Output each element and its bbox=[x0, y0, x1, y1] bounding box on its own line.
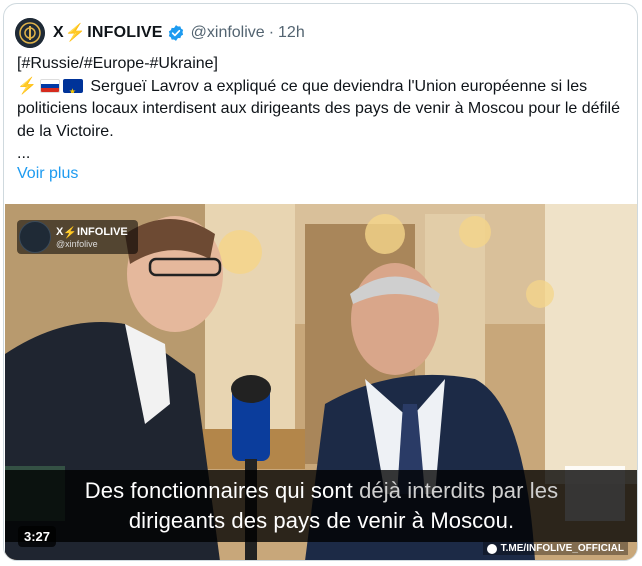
watermark-handle: @xinfolive bbox=[56, 238, 98, 249]
author-name-suffix: INFOLIVE bbox=[87, 24, 163, 41]
watermark-name: X ⚡ INFOLIVE bbox=[56, 226, 128, 239]
russia-flag-icon bbox=[39, 78, 60, 93]
show-more-link[interactable]: Voir plus bbox=[17, 165, 78, 183]
ellipsis: ... bbox=[17, 145, 31, 162]
subtitle-line-2: dirigeants des pays de venir à Moscou. bbox=[128, 508, 515, 533]
tweet-header: X ⚡ INFOLIVE @xinfolive · 12h bbox=[15, 17, 305, 49]
tweet-body-paragraph: ⚡ Sergueï Lavrov a expliqué ce que devie… bbox=[17, 76, 629, 144]
verified-badge-icon bbox=[168, 25, 183, 41]
watermark-name-suffix: INFOLIVE bbox=[77, 226, 128, 238]
tags-line: [#Russie/#Europe-#Ukraine] bbox=[17, 55, 218, 72]
lightning-icon: ⚡ bbox=[17, 77, 37, 95]
source-tag-text: T.ME/INFOLIVE_OFFICIAL bbox=[500, 543, 624, 554]
lightning-icon: ⚡ bbox=[64, 23, 87, 42]
video-player[interactable]: X ⚡ INFOLIVE @xinfolive Des fonctionnaires… bbox=[5, 204, 637, 560]
author-name[interactable]: X ⚡ INFOLIVE bbox=[53, 23, 185, 43]
watermark-avatar bbox=[19, 221, 51, 253]
tweet-body: Sergueï Lavrov a expliqué ce que deviend… bbox=[17, 77, 621, 140]
watermark-name-prefix: X bbox=[56, 226, 64, 238]
eu-flag-icon bbox=[62, 78, 83, 93]
subtitle-part-1: Des fonctionnaires qui sont bbox=[84, 478, 360, 503]
separator-dot: · bbox=[268, 24, 275, 41]
author-handle[interactable]: @xinfolive bbox=[191, 24, 265, 42]
subtitle-highlight: déjà interdits par les bbox=[359, 478, 559, 503]
lightning-icon: ⚡ bbox=[63, 226, 78, 239]
subtitle-line-1: Des fonctionnaires qui sont déjà interdi… bbox=[5, 476, 637, 506]
watermark-text: X ⚡ INFOLIVE @xinfolive bbox=[56, 226, 128, 249]
video-subtitle: Des fonctionnaires qui sont déjà interdi… bbox=[5, 470, 637, 542]
source-tag: T.ME/INFOLIVE_OFFICIAL bbox=[482, 542, 628, 555]
telegram-icon bbox=[486, 543, 497, 554]
author-name-prefix: X bbox=[53, 24, 64, 41]
video-duration-badge: 3:27 bbox=[18, 526, 57, 547]
avatar-logo-icon bbox=[15, 18, 45, 48]
tweet-text: [#Russie/#Europe-#Ukraine] ⚡ Sergueï Lav… bbox=[17, 53, 629, 166]
video-watermark: X ⚡ INFOLIVE @xinfolive bbox=[17, 220, 138, 254]
tweet-card[interactable]: X ⚡ INFOLIVE @xinfolive · 12h [#Russie/#… bbox=[3, 3, 638, 561]
timestamp[interactable]: 12h bbox=[278, 24, 305, 42]
avatar[interactable] bbox=[15, 18, 45, 48]
